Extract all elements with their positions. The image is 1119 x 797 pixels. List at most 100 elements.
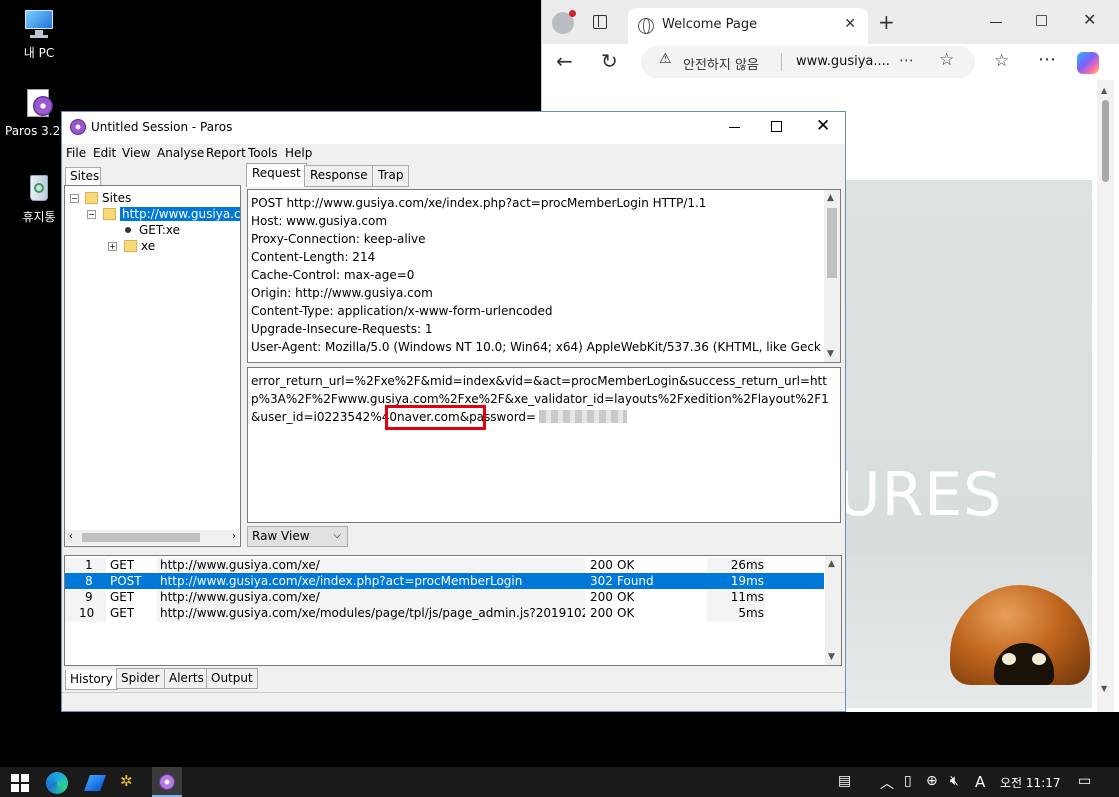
favorite-star-icon[interactable]: ☆ — [939, 50, 954, 70]
tab-request[interactable]: Request — [246, 163, 307, 187]
minimize-icon[interactable] — [990, 22, 1002, 23]
maximize-icon[interactable] — [771, 121, 782, 132]
history-table[interactable]: 1 GET http://www.gusiya.com/xe/ 200 OK 2… — [64, 555, 842, 666]
security-status[interactable]: 안전하지 않음 — [683, 54, 759, 73]
address-bar[interactable]: ⚠ 안전하지 않음 www.gusiya.... ⋯ ☆ — [641, 46, 975, 78]
table-row[interactable]: 9 GET http://www.gusiya.com/xe/ 200 OK 1… — [65, 589, 824, 606]
history-reason: OK — [617, 558, 635, 572]
menu-analyse[interactable]: Analyse — [157, 146, 204, 160]
menu-tools[interactable]: Tools — [248, 146, 278, 160]
menu-help[interactable]: Help — [285, 146, 312, 160]
request-body-pane[interactable]: error_return_url=%2Fxe%2F&mid=index&vid=… — [247, 367, 841, 523]
header-vertical-scrollbar[interactable]: ▲ ▼ — [824, 190, 840, 362]
new-tab-icon[interactable]: + — [878, 10, 895, 34]
ime-indicator[interactable]: A — [975, 773, 985, 791]
close-icon[interactable]: ✕ — [816, 116, 830, 136]
scroll-right-icon[interactable]: › — [232, 531, 236, 542]
table-row[interactable]: 8 POST http://www.gusiya.com/xe/index.ph… — [65, 573, 824, 589]
paros-logo-icon — [70, 119, 86, 135]
url-text[interactable]: www.gusiya.... — [796, 54, 890, 69]
tree-node-sites[interactable]: Sites — [85, 191, 131, 205]
tab-sites[interactable]: Sites — [65, 167, 101, 185]
tree-node-host[interactable]: http://www.gusiya.c — [103, 207, 240, 221]
reload-icon[interactable]: ↻ — [601, 49, 618, 73]
scrollbar-thumb[interactable] — [827, 208, 837, 278]
history-id: 9 — [85, 590, 93, 604]
browser-tab[interactable]: Welcome Page ✕ — [628, 8, 868, 44]
menu-dots-icon[interactable]: ⋯ — [1038, 49, 1057, 70]
edge-browser-icon[interactable] — [46, 772, 68, 794]
taskbar: ✲ ▤ ︿ ▯ ⊕ 🔇︎ A 오전 11:17 ▭ — [0, 767, 1119, 797]
menu-report[interactable]: Report — [206, 146, 246, 160]
history-method: GET — [110, 606, 135, 620]
more-tools-icon[interactable]: ⋯ — [899, 51, 914, 69]
clock[interactable]: 오전 11:17 — [1000, 774, 1060, 791]
desktop-icon-paros[interactable]: Paros 3.2.1 — [0, 88, 72, 138]
tree-node-xe[interactable]: xe — [124, 239, 155, 253]
scrollbar-thumb[interactable] — [82, 533, 200, 542]
close-window-icon[interactable]: ✕ — [1083, 10, 1096, 29]
close-tab-icon[interactable]: ✕ — [844, 16, 856, 32]
desktop-icon-my-pc[interactable]: 내 PC — [4, 8, 74, 61]
expand-icon[interactable]: + — [108, 242, 117, 251]
paros-window: Untitled Session - Paros ✕ File Edit Vie… — [61, 111, 846, 712]
minimize-icon[interactable] — [729, 127, 740, 128]
scrollbar-thumb[interactable] — [1102, 100, 1109, 182]
request-header-line: User-Agent: Mozilla/5.0 (Windows NT 10.0… — [251, 340, 821, 354]
tab-history[interactable]: History — [65, 670, 118, 690]
scroll-left-icon[interactable]: ‹ — [69, 531, 73, 542]
request-header-pane[interactable]: POST http://www.gusiya.com/xe/index.php?… — [247, 189, 841, 363]
notification-icon[interactable]: ▭ — [1078, 773, 1091, 789]
scroll-up-icon[interactable]: ▲ — [828, 559, 835, 569]
scroll-up-icon[interactable]: ▲ — [827, 193, 834, 203]
request-header-line: Content-Length: 214 — [251, 250, 376, 264]
history-vertical-scrollbar[interactable]: ▲ ▼ — [825, 556, 841, 665]
device-icon[interactable]: ▯ — [904, 773, 912, 789]
show-hidden-icons-chevron-icon[interactable]: ︿ — [880, 773, 894, 793]
keyboard-icon[interactable]: ▤ — [838, 773, 851, 789]
tab-output[interactable]: Output — [206, 668, 258, 689]
history-reason: OK — [617, 606, 635, 620]
request-header-line: Host: www.gusiya.com — [251, 214, 388, 228]
scroll-down-icon[interactable]: ▼ — [828, 652, 835, 662]
favorites-icon[interactable]: ☆ — [994, 51, 1009, 71]
paros-app-icon — [22, 88, 54, 120]
back-arrow-icon[interactable]: ← — [556, 49, 573, 73]
paros-taskbar-icon[interactable] — [152, 767, 182, 797]
history-method: GET — [110, 558, 135, 572]
view-mode-select[interactable]: Raw View ⌵ — [247, 526, 348, 547]
azure-icon[interactable] — [84, 772, 106, 794]
request-header-line: Proxy-Connection: keep-alive — [251, 232, 426, 246]
collapse-icon[interactable]: − — [70, 194, 79, 203]
profile-icon[interactable] — [552, 10, 576, 34]
scroll-up-icon[interactable]: ▲ — [1101, 86, 1107, 95]
tree-node-get-xe[interactable]: GET:xe — [125, 223, 180, 237]
menu-view[interactable]: View — [122, 146, 150, 160]
volume-muted-icon[interactable]: 🔇︎ — [950, 773, 959, 789]
folder-icon — [85, 192, 98, 204]
tab-trap[interactable]: Trap — [372, 165, 410, 187]
menu-bar: File Edit View Analyse Report Tools Help — [62, 144, 845, 164]
start-windows-icon[interactable] — [10, 772, 32, 794]
warning-icon[interactable]: ⚠ — [659, 51, 672, 67]
scroll-down-icon[interactable]: ▼ — [1101, 684, 1107, 693]
maximize-icon[interactable] — [1036, 15, 1047, 26]
tab-spider[interactable]: Spider — [116, 668, 165, 689]
sites-tree[interactable]: − Sites − http://www.gusiya.c GET:xe + x… — [64, 185, 241, 547]
table-row[interactable]: 10 GET http://www.gusiya.com/xe/modules/… — [65, 605, 824, 622]
tab-response[interactable]: Response — [304, 165, 374, 187]
tab-actions-icon[interactable] — [593, 15, 607, 29]
history-method: GET — [110, 590, 135, 604]
menu-edit[interactable]: Edit — [93, 146, 116, 160]
network-globe-icon[interactable]: ⊕ — [926, 773, 938, 789]
page-scrollbar[interactable]: ▲ ▼ — [1097, 80, 1114, 712]
menu-file[interactable]: File — [66, 146, 86, 160]
copilot-icon[interactable] — [1077, 52, 1099, 74]
bug-tool-icon[interactable]: ✲ — [120, 772, 142, 794]
history-url: http://www.gusiya.com/xe/ — [160, 590, 320, 604]
scroll-down-icon[interactable]: ▼ — [827, 349, 834, 359]
tab-alerts[interactable]: Alerts — [164, 668, 209, 689]
collapse-icon[interactable]: − — [87, 210, 96, 219]
table-row[interactable]: 1 GET http://www.gusiya.com/xe/ 200 OK 2… — [65, 557, 824, 574]
tree-horizontal-scrollbar[interactable]: ‹ › — [66, 530, 239, 545]
